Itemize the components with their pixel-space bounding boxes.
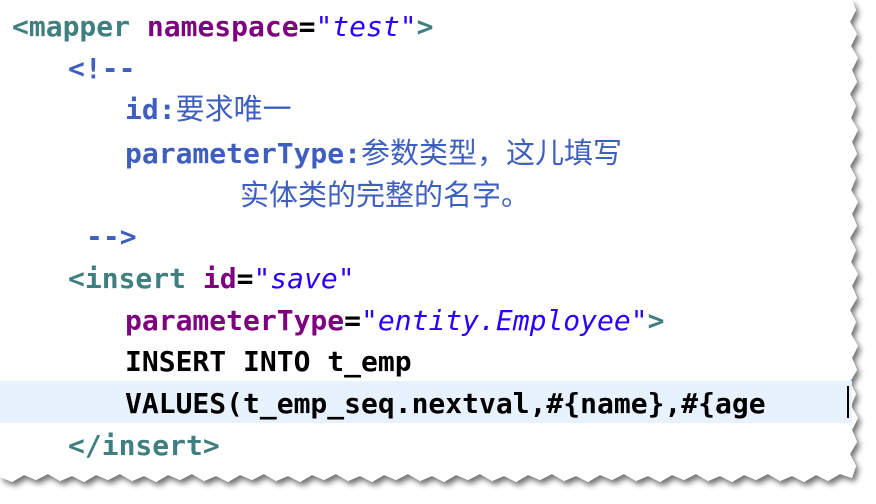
comment-close-line: --> (86, 216, 137, 258)
parametertype-attribute-line: parameterType="entity.Employee"> (125, 300, 664, 342)
comment-id-key: id: (125, 93, 176, 126)
id-attribute: id (202, 262, 237, 295)
namespace-attribute: namespace (146, 10, 299, 43)
comment-open-line: <!-- (68, 48, 135, 90)
tag-close-bracket: > (416, 10, 434, 43)
comment-id-line: id:要求唯一 (125, 88, 292, 130)
equals-sign: = (236, 262, 254, 295)
insert-close-tag: </insert> (68, 429, 220, 462)
equals-sign: = (298, 10, 316, 43)
comment-parametertype-line: parameterType:参数类型，这儿填写 (125, 132, 622, 174)
equals-sign: = (344, 304, 362, 337)
sql-values-statement[interactable]: VALUES(t_emp_seq.nextval,#{name},#{age (125, 387, 766, 420)
tag-close-bracket: > (647, 304, 665, 337)
namespace-value: "test" (315, 10, 417, 43)
comment-continuation-line: 实体类的完整的名字。 (240, 174, 530, 216)
comment-id-text: 要求唯一 (175, 92, 292, 126)
screenshot-frame: <mapper namespace="test"> <!-- id:要求唯一 p… (0, 0, 876, 504)
comment-open: <!-- (68, 52, 136, 85)
parametertype-value: "entity.Employee" (361, 304, 648, 337)
comment-parametertype-key: parameterType: (125, 137, 362, 170)
comment-continuation-text: 实体类的完整的名字。 (240, 178, 531, 212)
id-value: "save" (253, 262, 355, 295)
mapper-open-line: <mapper namespace="test"> (12, 6, 433, 48)
comment-parametertype-text: 参数类型，这儿填写 (361, 136, 623, 170)
insert-open-line: <insert id="save" (68, 258, 355, 300)
sql-values-line[interactable]: VALUES(t_emp_seq.nextval,#{name},#{age (125, 383, 766, 425)
sql-insert-line: INSERT INTO t_emp (125, 341, 412, 383)
text-cursor (847, 386, 849, 418)
parametertype-attribute: parameterType (125, 304, 345, 337)
code-editor[interactable]: <mapper namespace="test"> <!-- id:要求唯一 p… (0, 0, 856, 480)
insert-close-line: </insert> (68, 425, 220, 467)
comment-close: --> (86, 220, 137, 253)
insert-tag: <insert (68, 262, 187, 295)
mapper-tag: <mapper (12, 10, 131, 43)
sql-insert-statement: INSERT INTO t_emp (125, 345, 412, 378)
